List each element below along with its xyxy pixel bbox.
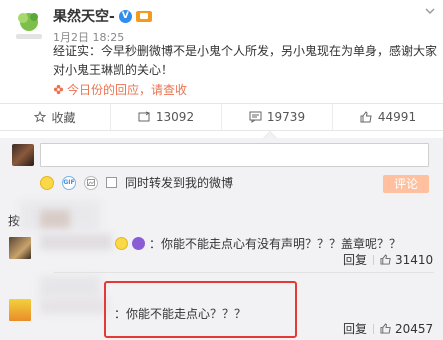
comment-text: ：你能不能走点心？？？ — [114, 305, 246, 322]
repost-checkbox[interactable] — [106, 177, 117, 188]
post-link-text: 今日份的回应，请查收 — [67, 83, 188, 97]
like-button[interactable]: 44991 — [333, 104, 443, 130]
weibo-post: 果然天空- V 1月2日 18:25 经证实：今早秒删微博不是小鬼个人所发，另小… — [0, 0, 443, 102]
repost-option-label: 同时转发到我的微博 — [125, 176, 234, 190]
thumbs-up-icon — [360, 111, 372, 123]
post-body-text: 经证实：今早秒删微博不是小鬼个人所发，另小鬼现在为单身，感谢大家对小鬼王琳凯的关… — [53, 44, 438, 77]
comment-body: ：你能不能走点心？？？ — [114, 307, 247, 321]
blurred-username — [40, 298, 108, 314]
repost-button[interactable]: 13092 — [111, 104, 222, 130]
favorite-button[interactable]: 收藏 — [0, 104, 111, 130]
member-level-icon — [135, 10, 152, 22]
comment-text: ：你能不能走点心有没有声明？？？盖章呢？？ — [115, 235, 401, 252]
comment-count: 19739 — [266, 110, 306, 124]
comment-like-button[interactable]: 31410 — [380, 253, 433, 267]
thumbs-up-icon — [380, 254, 391, 265]
comment-actions: 回复 20457 — [343, 320, 433, 337]
post-attachment-link[interactable]: 今日份的回应，请查收 — [53, 81, 187, 98]
gif-icon[interactable]: GIF — [62, 175, 76, 190]
separator — [373, 254, 375, 265]
commenter-avatar[interactable] — [9, 237, 31, 259]
comment-item: ：你能不能走点心有没有声明？？？盖章呢？？ 回复 31410 — [0, 228, 443, 272]
chevron-down-icon[interactable] — [425, 4, 435, 18]
blurred-region — [40, 210, 70, 228]
reply-button[interactable]: 回复 — [343, 320, 367, 337]
comment-panel-pointer — [263, 131, 277, 138]
flower-icon — [53, 84, 64, 95]
like-count: 44991 — [377, 110, 417, 124]
author-name[interactable]: 果然天空- — [53, 6, 115, 26]
reply-button[interactable]: 回复 — [343, 251, 367, 268]
blurred-username — [40, 234, 112, 250]
commenter-avatar[interactable] — [9, 299, 31, 321]
current-user-avatar[interactable] — [12, 144, 34, 166]
composer-toolbar: GIF 同时转发到我的微博 — [40, 174, 233, 191]
favorite-label: 收藏 — [51, 110, 76, 125]
repost-count: 13092 — [155, 110, 195, 124]
thumbs-up-icon — [380, 323, 391, 334]
comment-body: ：你能不能走点心有没有声明？？？盖章呢？？ — [149, 237, 402, 251]
separator — [373, 323, 375, 334]
comment-item: ：你能不能走点心？？？ 回复 20457 — [0, 290, 443, 340]
emoji-icon[interactable] — [40, 175, 54, 190]
submit-comment-button[interactable]: 评论 — [383, 175, 429, 193]
image-icon[interactable] — [84, 175, 98, 190]
comment-like-count: 20457 — [395, 321, 434, 336]
verified-icon: V — [118, 9, 132, 23]
comment-like-button[interactable]: 20457 — [380, 322, 433, 336]
author-avatar-logo[interactable] — [10, 6, 48, 44]
repost-icon — [138, 111, 151, 122]
star-icon — [34, 111, 47, 123]
comment-input[interactable] — [40, 143, 429, 167]
comment-sort-label[interactable]: 按 — [8, 212, 20, 229]
member-crown-icon — [115, 237, 128, 250]
comment-like-count: 31410 — [395, 252, 434, 267]
comment-icon — [249, 111, 262, 123]
post-action-bar: 收藏 13092 19739 44991 — [0, 103, 443, 131]
comment-button[interactable]: 19739 — [222, 104, 333, 130]
comment-actions: 回复 31410 — [343, 251, 433, 268]
comment-divider — [54, 272, 434, 273]
fan-badge-icon — [132, 237, 145, 250]
